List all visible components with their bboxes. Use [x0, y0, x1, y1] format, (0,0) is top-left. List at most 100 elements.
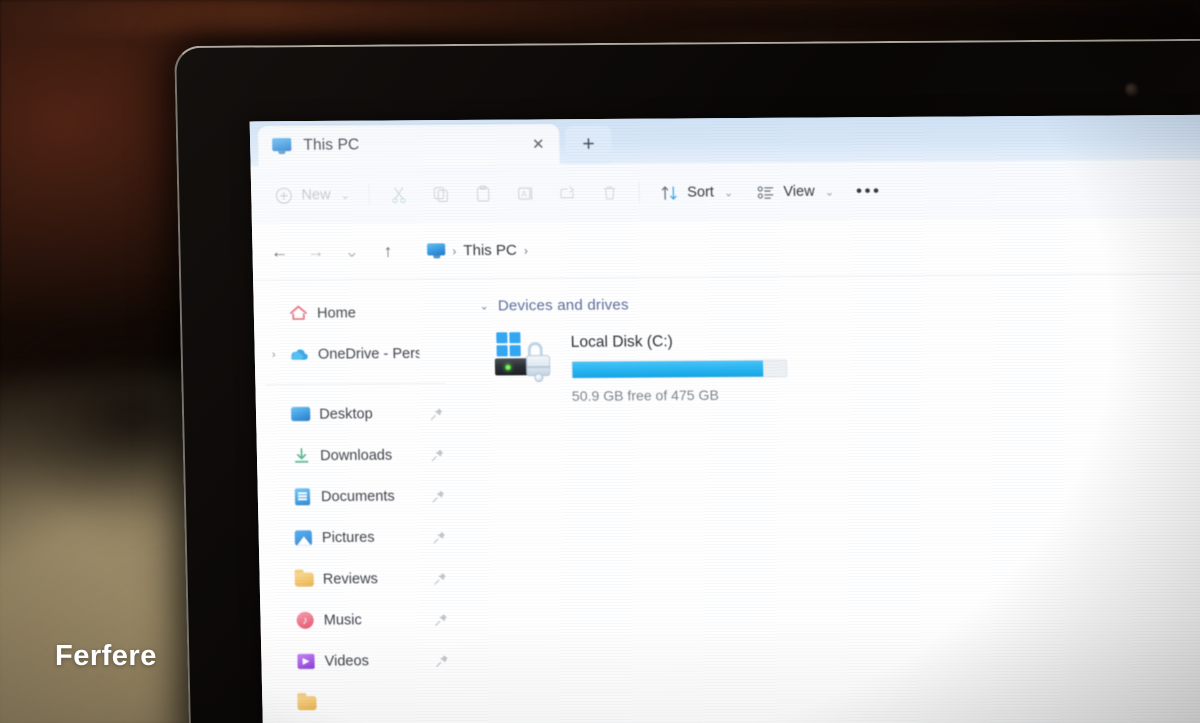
sidebar-item-documents[interactable]: . Documents	[261, 475, 456, 518]
pin-icon-music[interactable]	[434, 612, 448, 626]
downloads-icon	[292, 446, 311, 465]
up-button[interactable]: ↑	[371, 234, 406, 268]
breadcrumb-this-pc[interactable]: This PC	[463, 242, 517, 259]
rename-icon: A	[515, 183, 536, 203]
group-title: Devices and drives	[497, 296, 629, 315]
view-button[interactable]: View ⌄	[745, 173, 845, 210]
sidebar-item-reviews[interactable]: . Reviews	[263, 557, 458, 600]
see-more-button[interactable]: •••	[846, 181, 892, 201]
pictures-icon	[294, 528, 313, 547]
sidebar-item-onedrive[interactable]: › OneDrive - Persona	[258, 333, 453, 376]
recent-locations-button[interactable]: ⌄	[334, 234, 369, 268]
plus-circle-icon	[273, 185, 294, 205]
close-icon[interactable]: ✕	[525, 131, 552, 157]
tab-label: This PC	[303, 136, 360, 154]
expander-desktop: .	[268, 409, 282, 421]
drive-name: Local Disk (C:)	[570, 333, 673, 351]
windows-logo-icon	[496, 332, 521, 357]
share-icon	[557, 183, 578, 203]
sort-button[interactable]: Sort ⌄	[649, 174, 744, 211]
chevron-down-icon-group[interactable]: ⌄	[479, 299, 489, 312]
forward-button[interactable]: →	[298, 235, 333, 269]
group-header-devices-and-drives[interactable]: ⌄ Devices and drives	[479, 292, 1200, 315]
items-view: ⌄ Devices and drives Local Disk (C:) 50.…	[456, 273, 1200, 723]
drive-item-local-disk-c[interactable]: Local Disk (C:) 50.9 GB free of 475 GB	[480, 327, 1200, 405]
sidebar-item-label-downloads: Downloads	[319, 446, 393, 464]
drive-info: Local Disk (C:) 50.9 GB free of 475 GB	[571, 330, 788, 404]
new-tab-button[interactable]: +	[565, 125, 613, 165]
sidebar-item-label-onedrive: OneDrive - Persona	[317, 345, 420, 363]
desktop-icon	[290, 405, 311, 424]
expander-pictures: .	[271, 532, 285, 544]
background-top-strip	[0, 0, 1200, 34]
sidebar-item-desktop[interactable]: . Desktop	[260, 393, 455, 436]
expander-videos: .	[273, 656, 287, 668]
folder-icon-partial	[297, 693, 317, 712]
this-pc-icon	[272, 137, 292, 155]
svg-text:A: A	[522, 190, 528, 199]
sidebar-item-partial[interactable]: .	[266, 681, 461, 723]
sidebar-item-downloads[interactable]: . Downloads	[260, 434, 455, 477]
drive-led-indicator	[504, 364, 512, 371]
sort-button-label: Sort	[687, 184, 715, 201]
pin-icon-documents[interactable]	[431, 489, 445, 503]
pin-icon-downloads[interactable]	[430, 448, 444, 462]
breadcrumb-separator-2[interactable]: ›	[524, 243, 528, 257]
sidebar-item-pictures[interactable]: . Pictures	[262, 516, 457, 559]
pin-icon-desktop[interactable]	[430, 406, 444, 420]
breadcrumb-separator-1: ›	[452, 243, 457, 258]
expander-music: .	[272, 614, 286, 626]
sidebar-item-label-home: Home	[316, 304, 357, 321]
sort-icon	[659, 182, 680, 202]
drive-icon	[494, 332, 557, 387]
sidebar-item-home[interactable]: . Home	[257, 291, 452, 334]
onedrive-pin-slot	[428, 346, 442, 360]
documents-icon	[293, 487, 312, 506]
back-button[interactable]: ←	[262, 235, 297, 269]
watermark-logo: Ferfere	[55, 640, 157, 672]
videos-icon: ▶	[296, 652, 315, 671]
expander-partial: .	[274, 697, 288, 709]
copy-button[interactable]	[421, 176, 462, 212]
pin-icon-pictures[interactable]	[432, 530, 446, 544]
sidebar-item-videos[interactable]: . ▶ Videos	[265, 640, 460, 683]
chevron-down-icon-sort: ⌄	[723, 186, 734, 199]
this-pc-icon-breadcrumb	[426, 243, 446, 259]
rename-button[interactable]: A	[505, 175, 546, 211]
folder-icon	[294, 569, 314, 588]
view-icon	[755, 182, 776, 202]
copy-icon	[431, 184, 452, 204]
explorer-body: . Home › OneDrive - Pe	[251, 273, 1200, 723]
navigation-pane: . Home › OneDrive - Pe	[251, 279, 468, 723]
sidebar-item-label-documents: Documents	[320, 488, 395, 505]
expander-onedrive[interactable]: ›	[267, 348, 281, 360]
expander-documents: .	[270, 491, 284, 503]
breadcrumb[interactable]: › This PC ›	[417, 228, 1200, 268]
home-chevron	[427, 305, 441, 319]
sidebar-item-label-pictures: Pictures	[321, 529, 375, 546]
chevron-down-icon-view: ⌄	[824, 185, 835, 198]
delete-button[interactable]	[589, 175, 630, 211]
sidebar-item-music[interactable]: . ♪ Music	[264, 599, 459, 642]
title-bar: This PC ✕ +	[249, 114, 1200, 167]
address-bar: ← → ⌄ ↑ › This PC ›	[249, 217, 1200, 281]
photo-scene: This PC ✕ + New ⌄ A Sort ⌄ View ⌄ ••• ← …	[0, 0, 1200, 723]
pin-icon-videos[interactable]	[435, 653, 449, 667]
music-icon: ♪	[295, 611, 314, 630]
expander-home: .	[266, 307, 280, 319]
chevron-down-icon: ⌄	[340, 189, 350, 202]
paste-button[interactable]	[463, 176, 504, 212]
expander-downloads: .	[269, 450, 283, 462]
expander-reviews: .	[272, 573, 286, 585]
file-explorer-window: This PC ✕ + New ⌄ A Sort ⌄ View ⌄ ••• ← …	[249, 114, 1200, 723]
laptop-screen: This PC ✕ + New ⌄ A Sort ⌄ View ⌄ ••• ← …	[249, 114, 1200, 723]
sidebar-divider	[265, 382, 446, 386]
sidebar-item-label-desktop: Desktop	[319, 405, 373, 423]
pin-icon-reviews[interactable]	[433, 571, 447, 585]
new-button[interactable]: New ⌄	[263, 177, 360, 214]
drive-capacity-fill	[572, 360, 763, 378]
share-button[interactable]	[547, 175, 588, 211]
tab-this-pc[interactable]: This PC ✕	[257, 124, 560, 167]
cut-button[interactable]	[379, 176, 420, 212]
